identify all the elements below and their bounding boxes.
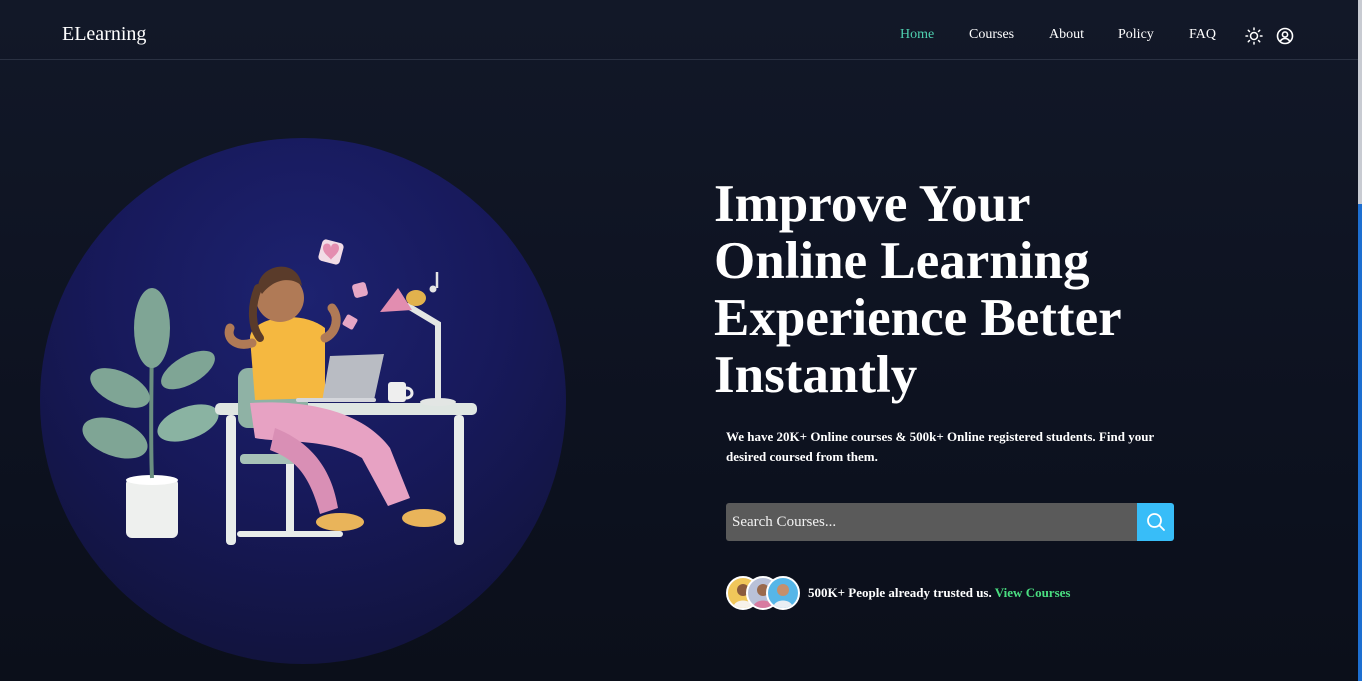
search-icon bbox=[1146, 513, 1165, 531]
scrollbar-track bbox=[1358, 204, 1362, 681]
user-circle-icon[interactable] bbox=[1276, 27, 1294, 45]
nav-about[interactable]: About bbox=[1049, 27, 1084, 43]
search-button[interactable] bbox=[1137, 503, 1174, 541]
hero-subtext: We have 20K+ Online courses & 500k+ Onli… bbox=[726, 429, 1154, 464]
search-input[interactable] bbox=[726, 503, 1137, 541]
page-scrollbar[interactable] bbox=[1358, 0, 1362, 681]
avatar-group bbox=[726, 576, 802, 612]
trust-text: 500K+ People already trusted us. bbox=[808, 585, 992, 600]
nav-home[interactable]: Home bbox=[900, 27, 934, 43]
nav-faq[interactable]: FAQ bbox=[1189, 27, 1216, 43]
top-navbar: ELearning Home Courses About Policy FAQ bbox=[0, 0, 1358, 60]
sun-icon[interactable] bbox=[1245, 27, 1263, 45]
hero-headline: Improve Your Online Learning Experience … bbox=[714, 175, 1121, 404]
avatar bbox=[766, 576, 800, 610]
nav-policy[interactable]: Policy bbox=[1118, 27, 1154, 43]
scrollbar-thumb[interactable] bbox=[1358, 0, 1362, 204]
nav-courses[interactable]: Courses bbox=[969, 27, 1014, 43]
brand-logo[interactable]: ELearning bbox=[62, 23, 146, 46]
student-at-desk-illustration bbox=[82, 239, 477, 545]
view-courses-link[interactable]: View Courses bbox=[995, 585, 1071, 600]
course-search bbox=[726, 503, 1174, 541]
trust-statement: 500K+ People already trusted us. View Co… bbox=[808, 585, 1070, 601]
hero-illustration-circle bbox=[40, 138, 566, 664]
